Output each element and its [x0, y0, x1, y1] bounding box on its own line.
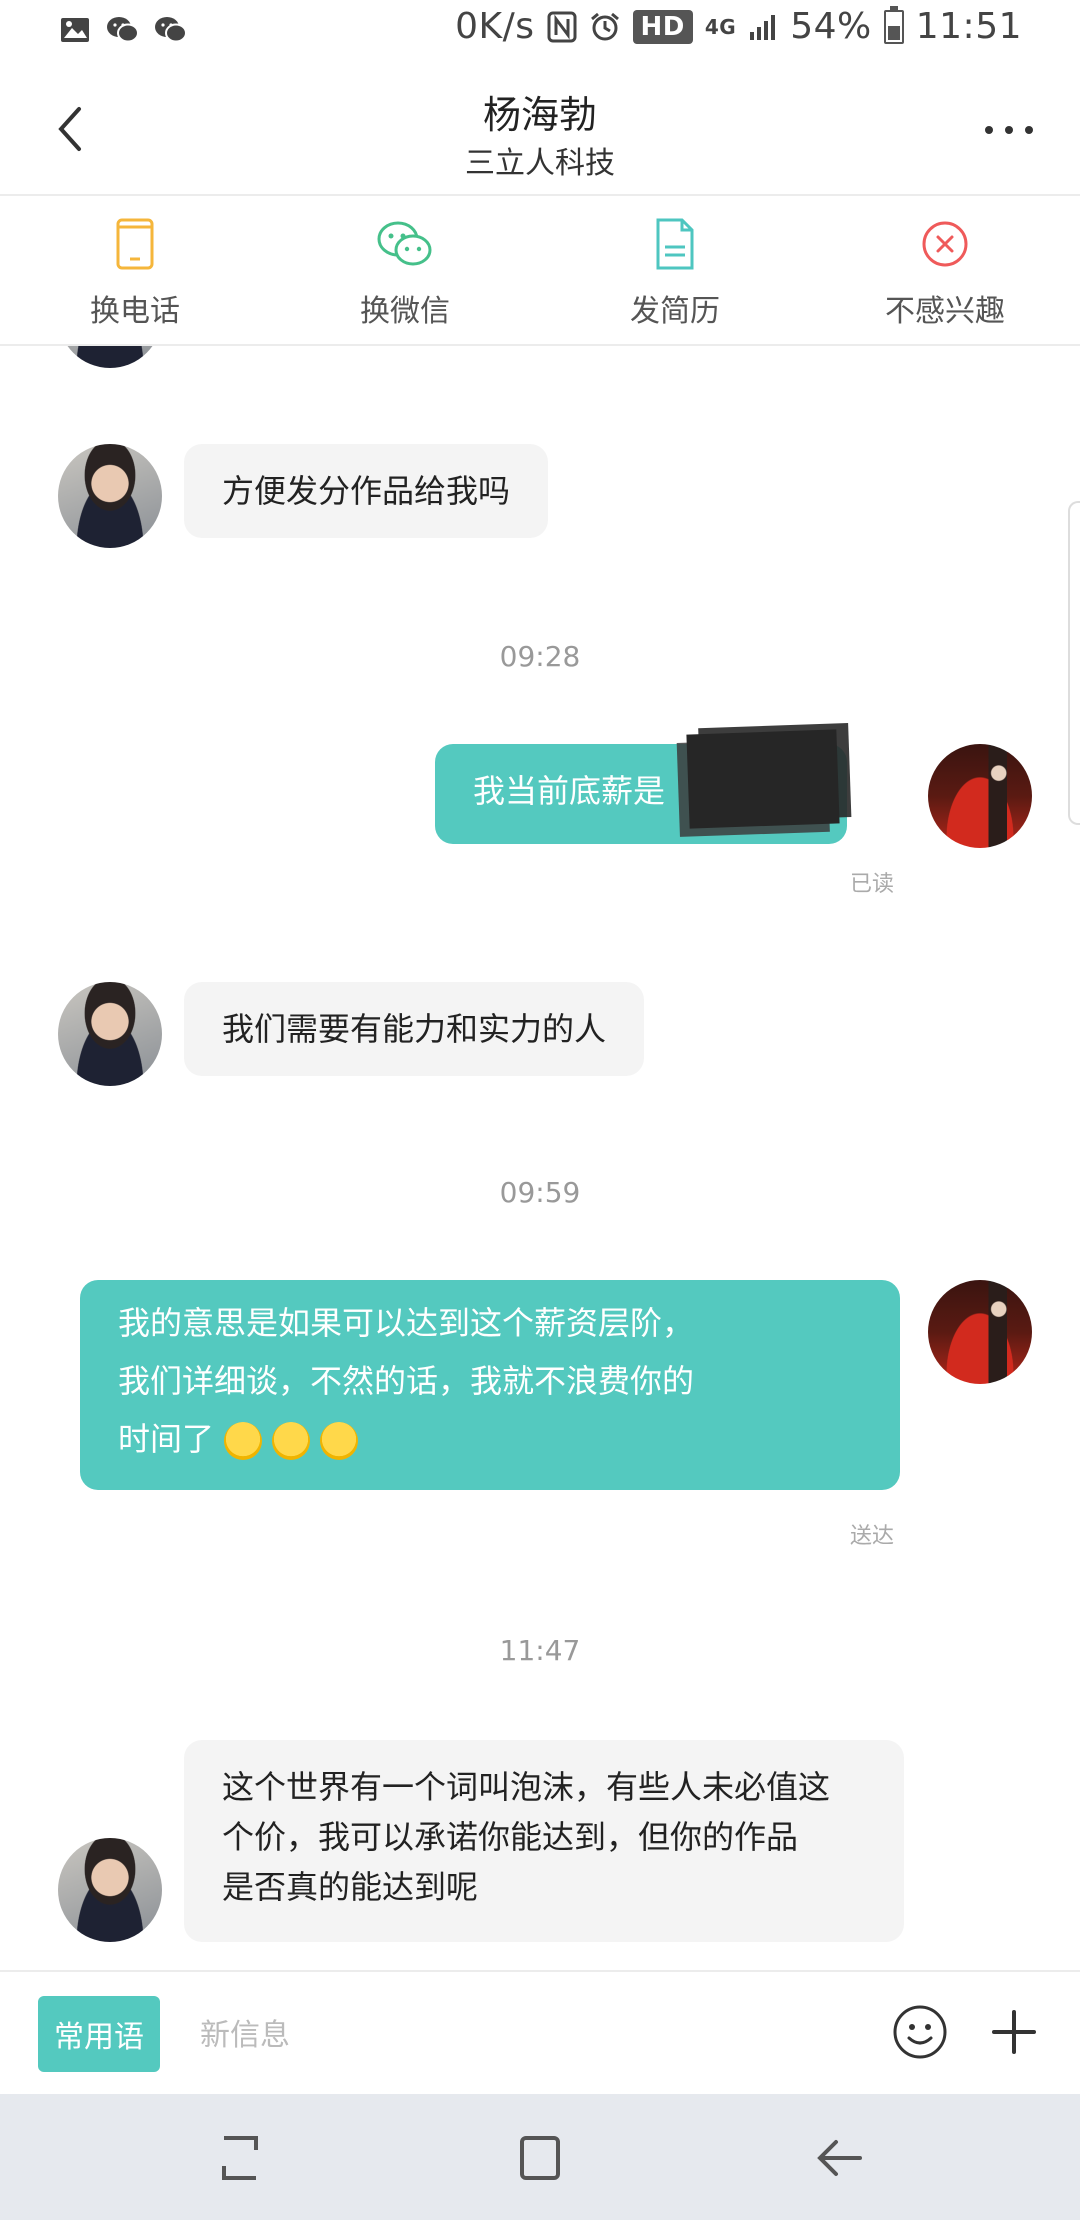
network-type: 4G [704, 14, 737, 39]
message-line: 个价，我可以承诺你能达到，但你的作品 [222, 1818, 799, 1856]
back-arrow-icon [817, 2140, 862, 2176]
action-label: 换微信 [360, 294, 450, 329]
redaction-mark [686, 729, 840, 829]
timestamp: 09:28 [499, 640, 581, 673]
more-button[interactable] [974, 100, 1044, 160]
action-bar: 换电话 换微信 发简历 不感兴趣 [0, 196, 1080, 346]
message-bubble[interactable]: 这个世界有一个词叫泡沫，有些人未必值这 个价，我可以承诺你能达到，但你的作品 是… [184, 1740, 904, 1942]
company-name: 三立人科技 [465, 146, 615, 181]
scroll-handle[interactable] [1068, 501, 1080, 825]
send-resume-button[interactable]: 发简历 [540, 196, 810, 344]
input-bar: 常用语 [0, 1970, 1080, 2096]
battery-icon [883, 5, 904, 44]
wechat-icon [107, 17, 139, 43]
plus-icon [992, 2010, 1036, 2054]
clock: 11:51 [915, 6, 1022, 47]
recent-apps-button[interactable] [210, 2130, 270, 2186]
more-icon [985, 126, 1033, 134]
wechat-icon [155, 17, 187, 43]
recent-apps-icon [222, 2136, 258, 2180]
message-text: 我当前底薪是 [473, 772, 666, 810]
not-interested-button[interactable]: 不感兴趣 [810, 196, 1080, 344]
chat-screen: 0K/s HD 4G 54% 11:51 杨海勃 三立人科技 换电话 换微信 发… [0, 0, 1080, 2220]
wechat-icon [375, 214, 435, 274]
smile-emoji-icon [320, 1422, 359, 1460]
emoji-button[interactable] [890, 2002, 950, 2062]
read-status: 送达 [850, 1524, 895, 1549]
avatar[interactable] [58, 982, 162, 1086]
alarm-icon [590, 12, 619, 40]
message-bubble[interactable]: 方便发分作品给我吗 [184, 444, 549, 538]
exchange-phone-button[interactable]: 换电话 [0, 196, 270, 344]
message-line: 我们详细谈，不然的话，我就不浪费你的 [118, 1362, 695, 1400]
action-label: 不感兴趣 [885, 294, 1005, 329]
notification-icons [58, 14, 188, 46]
common-phrases-button[interactable]: 常用语 [38, 1996, 160, 2072]
avatar[interactable] [58, 1838, 162, 1942]
battery-percent: 54% [790, 6, 872, 47]
avatar[interactable] [928, 744, 1032, 848]
action-label: 换电话 [90, 294, 180, 329]
message-line-with-emoji: 时间了 [118, 1410, 862, 1468]
smiley-icon [893, 2005, 947, 2059]
system-indicators: 0K/s HD 4G 54% 11:51 [455, 5, 1022, 47]
message-bubble[interactable]: 我们需要有能力和实力的人 [184, 982, 645, 1076]
timestamp: 09:59 [499, 1176, 581, 1209]
avatar[interactable] [58, 346, 162, 368]
message-line: 我的意思是如果可以达到这个薪资层阶， [118, 1304, 695, 1342]
home-button[interactable] [510, 2130, 570, 2186]
close-circle-icon [915, 214, 975, 274]
gallery-icon [61, 18, 89, 42]
system-nav-bar [0, 2094, 1080, 2220]
avatar[interactable] [58, 444, 162, 548]
hd-badge: HD [632, 9, 693, 44]
message-line: 是否真的能达到呢 [222, 1868, 479, 1906]
avatar[interactable] [928, 1280, 1032, 1384]
smile-emoji-icon [272, 1422, 311, 1460]
back-nav-button[interactable] [810, 2130, 870, 2186]
message-bubble[interactable]: 我的意思是如果可以达到这个薪资层阶， 我们详细谈，不然的话，我就不浪费你的 时间… [80, 1280, 900, 1490]
phone-icon [105, 214, 165, 274]
chat-header: 杨海勃 三立人科技 [0, 64, 1080, 196]
message-input[interactable] [198, 1996, 842, 2074]
exchange-wechat-button[interactable]: 换微信 [270, 196, 540, 344]
message-list[interactable]: 方便发分作品给我吗 09:28 我当前底薪是 已读 我们需要有能力和实力的人 0… [0, 346, 1080, 1970]
signal-icon [750, 14, 776, 40]
read-status: 已读 [850, 872, 895, 897]
resume-icon [645, 214, 705, 274]
network-speed: 0K/s [455, 6, 535, 47]
nfc-icon [547, 11, 577, 42]
add-button[interactable] [984, 2002, 1044, 2062]
home-icon [520, 2136, 560, 2180]
message-line: 这个世界有一个词叫泡沫，有些人未必值这 [222, 1768, 831, 1806]
action-label: 发简历 [630, 294, 720, 329]
timestamp: 11:47 [499, 1634, 581, 1667]
contact-name: 杨海勃 [482, 93, 597, 137]
status-bar: 0K/s HD 4G 54% 11:51 [0, 0, 1080, 64]
smile-emoji-icon [224, 1422, 263, 1460]
message-text: 时间了 [118, 1420, 215, 1458]
